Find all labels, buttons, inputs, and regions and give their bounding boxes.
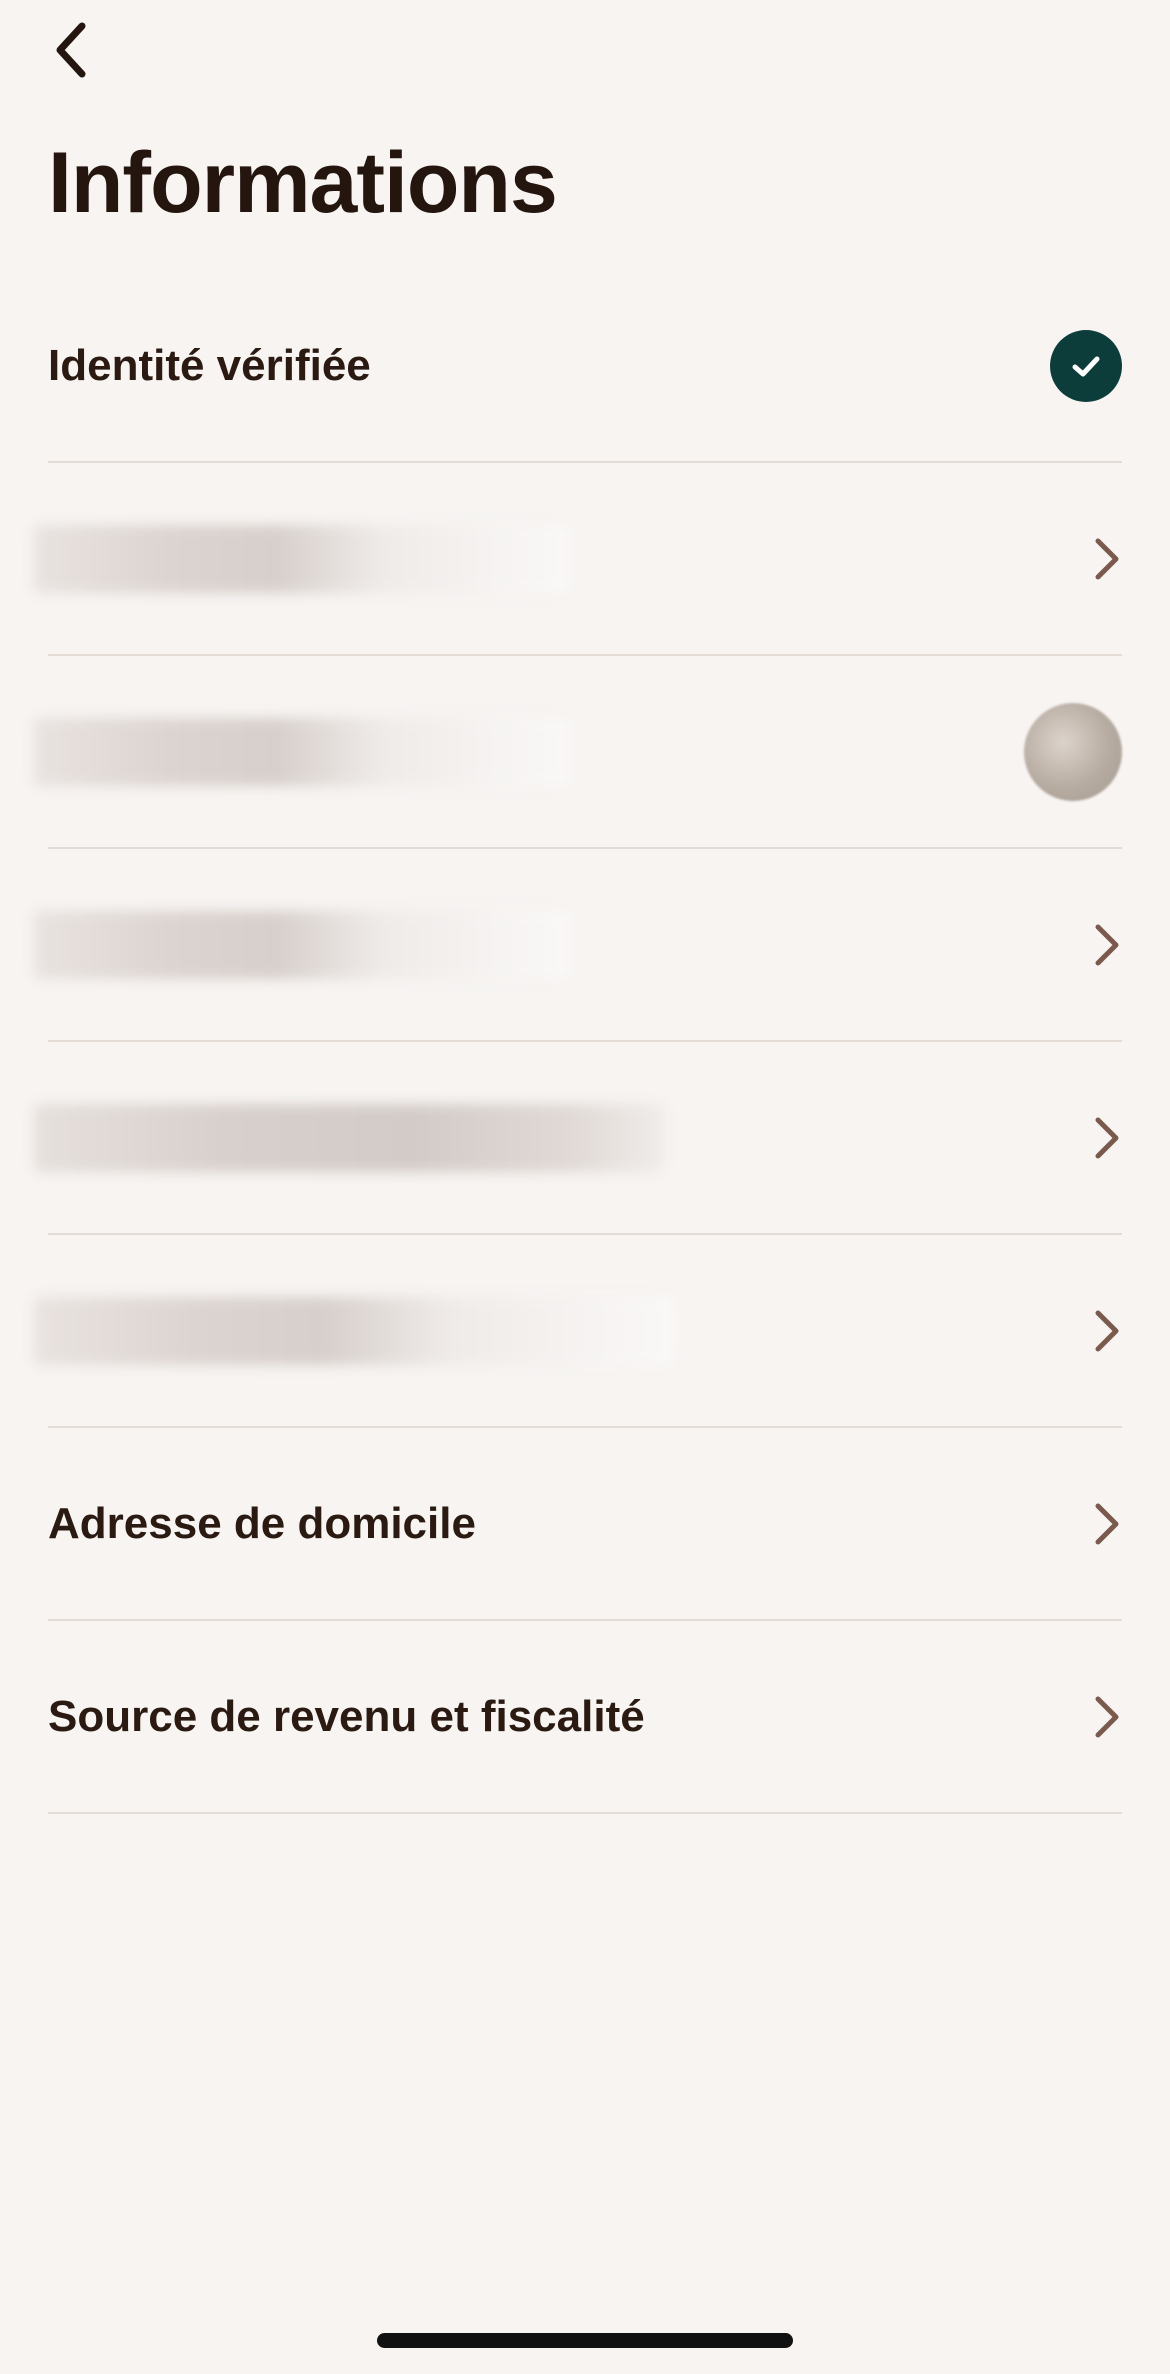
income-tax-row[interactable]: Source de revenu et fiscalité bbox=[48, 1621, 1122, 1814]
chevron-right-icon bbox=[1095, 538, 1119, 579]
row-label: Adresse de domicile bbox=[48, 1498, 476, 1548]
redacted-row[interactable] bbox=[34, 1042, 1122, 1235]
redacted-text bbox=[34, 717, 570, 786]
chevron-right-icon bbox=[1095, 1310, 1119, 1351]
chevron-right-icon bbox=[1095, 1696, 1119, 1737]
chevron-right-icon bbox=[1095, 924, 1119, 965]
chevron-left-icon bbox=[56, 22, 86, 78]
redacted-row[interactable] bbox=[34, 656, 1122, 849]
redacted-text bbox=[34, 1296, 676, 1365]
redacted-text bbox=[34, 524, 570, 593]
back-button[interactable] bbox=[50, 10, 120, 90]
home-indicator[interactable] bbox=[377, 2333, 793, 2348]
chevron-right-icon bbox=[1095, 1503, 1119, 1544]
redacted-row[interactable] bbox=[34, 849, 1122, 1042]
redacted-text bbox=[34, 1103, 664, 1172]
home-address-row[interactable]: Adresse de domicile bbox=[48, 1428, 1122, 1621]
check-circle-icon bbox=[1050, 329, 1122, 402]
avatar[interactable] bbox=[1024, 702, 1122, 801]
row-label: Identité vérifiée bbox=[48, 340, 371, 390]
information-list: Identité vérifiée Adresse de domicile So… bbox=[34, 270, 1122, 1814]
identity-verified-row[interactable]: Identité vérifiée bbox=[48, 270, 1122, 463]
redacted-row[interactable] bbox=[34, 463, 1122, 656]
row-label: Source de revenu et fiscalité bbox=[48, 1691, 645, 1741]
redacted-row[interactable] bbox=[34, 1235, 1122, 1428]
redacted-text bbox=[34, 910, 570, 979]
page-title: Informations bbox=[48, 135, 558, 231]
chevron-right-icon bbox=[1095, 1117, 1119, 1158]
